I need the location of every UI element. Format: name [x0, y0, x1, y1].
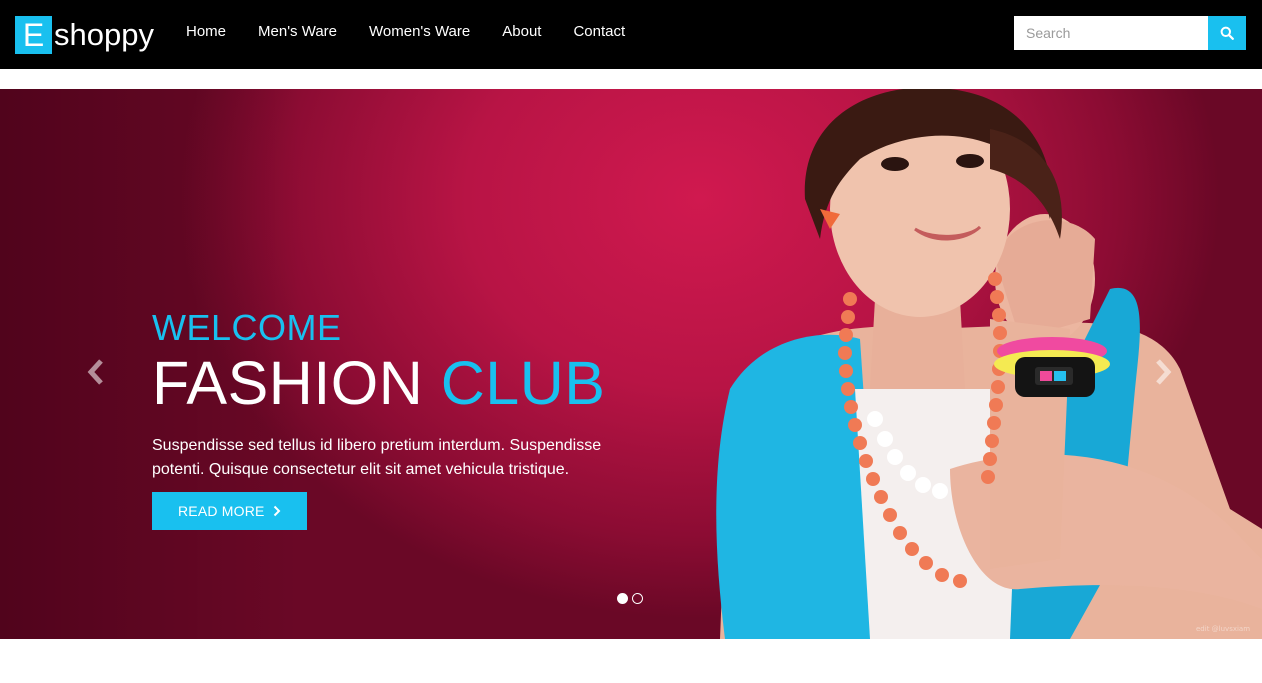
search-icon — [1220, 26, 1234, 40]
chevron-left-icon — [87, 359, 103, 385]
hero-headline-accent: CLUB — [440, 349, 606, 417]
logo-text: shoppy — [54, 17, 154, 52]
slider-dot-1[interactable] — [617, 593, 628, 604]
slider-prev-button[interactable] — [84, 357, 108, 387]
hero-headline-main: FASHION — [152, 349, 424, 417]
brand-logo[interactable]: E shoppy — [15, 16, 154, 54]
logo-letter-box: E — [15, 16, 52, 54]
image-credit: edit @luvsxiam — [1196, 625, 1251, 633]
nav-item-womens-ware[interactable]: Women's Ware — [353, 22, 486, 42]
main-nav: Home Men's Ware Women's Ware About Conta… — [170, 22, 641, 42]
chevron-right-icon — [1156, 359, 1172, 385]
read-more-button[interactable]: READ MORE — [152, 492, 307, 530]
nav-item-mens-ware[interactable]: Men's Ware — [242, 22, 353, 42]
nav-item-contact[interactable]: Contact — [557, 22, 641, 42]
search-button[interactable] — [1208, 16, 1246, 50]
hero-welcome-text: WELCOME — [152, 307, 342, 348]
hero-model-image — [716, 89, 1262, 639]
hero-description: Suspendisse sed tellus id libero pretium… — [152, 437, 602, 478]
search-form — [1014, 16, 1246, 50]
top-navbar: E shoppy Home Men's Ware Women's Ware Ab… — [0, 0, 1262, 69]
read-more-label: READ MORE — [178, 503, 265, 519]
search-input[interactable] — [1014, 16, 1208, 50]
hero-slider: WELCOME FASHION CLUB Suspendisse sed tel… — [0, 89, 1262, 639]
nav-item-home[interactable]: Home — [170, 22, 242, 42]
slider-indicators — [617, 593, 647, 604]
slider-dot-2[interactable] — [632, 593, 643, 604]
hero-headline: FASHION CLUB — [152, 350, 652, 416]
chevron-right-icon — [273, 505, 281, 517]
hero-caption: WELCOME FASHION CLUB Suspendisse sed tel… — [152, 308, 652, 530]
slider-next-button[interactable] — [1151, 357, 1175, 387]
nav-item-about[interactable]: About — [486, 22, 557, 42]
